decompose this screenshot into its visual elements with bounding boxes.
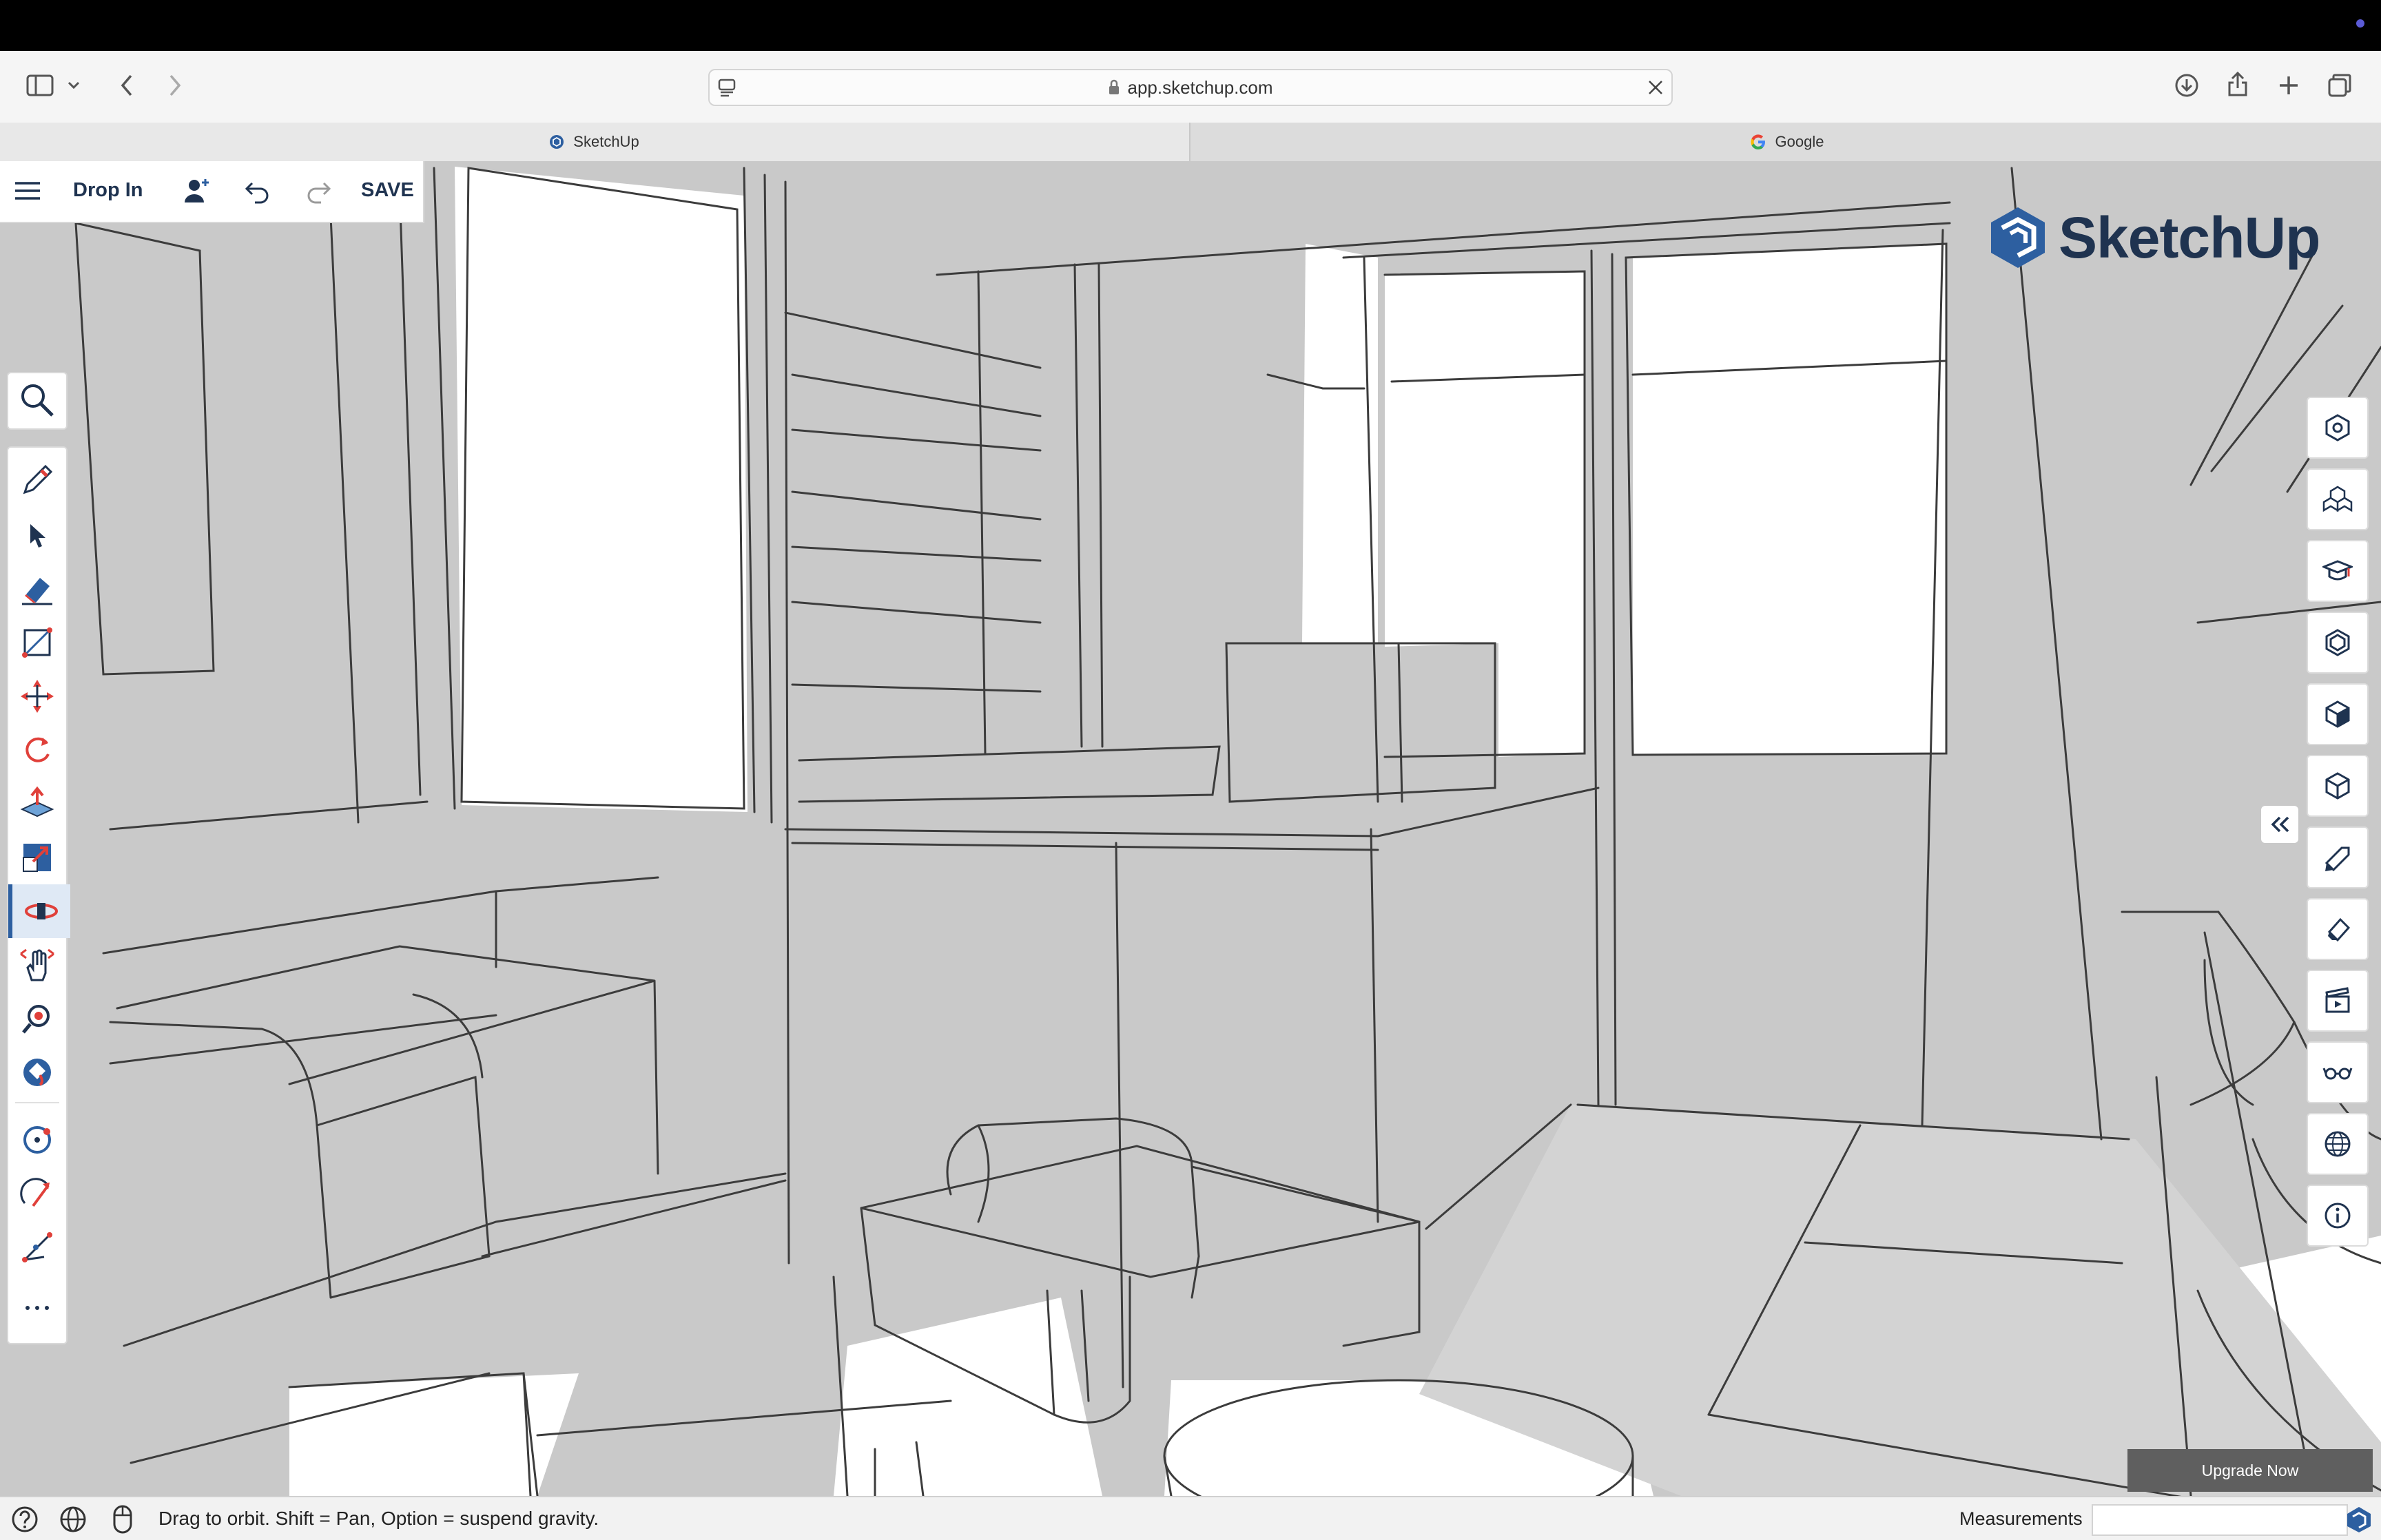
tags-icon[interactable] [2307,826,2369,888]
palette-divider [15,1102,59,1103]
status-text: Drag to orbit. Shift = Pan, Option = sus… [158,1508,599,1529]
os-menu-bar [0,0,2381,51]
paint-bucket-icon[interactable] [8,1045,66,1099]
language-globe-icon[interactable] [59,1506,87,1537]
push-pull-icon[interactable] [8,777,66,831]
scale-icon[interactable] [8,831,66,884]
select-arrow-icon[interactable] [8,508,66,562]
right-panel [2307,397,2369,1251]
status-dot-icon [2356,19,2364,28]
model-viewport[interactable] [0,161,2381,1496]
google-favicon-icon [1750,134,1765,149]
tab-label: SketchUp [573,133,639,150]
tab-bar: SketchUp Google [0,123,2381,163]
tab-overview-icon[interactable] [2320,66,2359,105]
geo-location-icon[interactable] [2307,1113,2369,1175]
measurements-input[interactable] [2092,1504,2348,1536]
chevron-down-icon[interactable] [63,66,84,105]
move-icon[interactable] [8,669,66,723]
collapse-panel-icon[interactable] [2261,806,2298,843]
back-icon[interactable] [107,66,146,105]
forward-icon[interactable] [156,66,194,105]
logo-text: SketchUp [2059,205,2320,270]
more-icon[interactable] [8,1281,66,1335]
styles-icon[interactable] [2307,683,2369,745]
address-bar[interactable]: app.sketchup.com [708,69,1673,106]
materials-icon[interactable] [2307,612,2369,674]
scenes-icon[interactable] [2307,970,2369,1032]
arc-icon[interactable] [8,1167,66,1220]
url-text-wrap: app.sketchup.com [710,70,1671,105]
outliner-icon[interactable] [2307,755,2369,817]
rectangle-icon[interactable] [8,616,66,669]
pan-icon[interactable] [8,938,66,992]
sketchup-logo-icon [1991,207,2045,268]
tab-google[interactable]: Google [1189,123,2381,161]
search-icon[interactable] [8,373,66,427]
components-icon[interactable] [2307,468,2369,530]
hamburger-menu-icon[interactable] [14,180,41,205]
instructor-icon[interactable] [2307,540,2369,602]
status-bar: Drag to orbit. Shift = Pan, Option = sus… [0,1496,2381,1540]
sidebar-toggle-icon[interactable] [21,66,59,105]
sketchup-status-logo-icon [2345,1506,2373,1537]
search-palette [7,372,68,430]
help-icon[interactable] [11,1506,39,1537]
info-icon[interactable] [2307,1185,2369,1247]
pencil-icon[interactable] [8,453,66,507]
entity-info-icon[interactable] [2307,397,2369,459]
sketchup-logo: SketchUp [1987,200,2320,275]
app-toolbar: Drop In SAVE [0,161,424,223]
clear-url-icon[interactable] [1647,79,1664,100]
tab-label: Google [1775,133,1824,150]
zoom-extents-icon[interactable] [8,992,66,1045]
new-tab-icon[interactable] [2269,66,2308,105]
sketch-scene[interactable] [0,161,2381,1496]
undo-icon[interactable] [244,178,271,209]
protractor-icon[interactable] [8,1220,66,1274]
redo-icon[interactable] [305,178,332,209]
tab-sketchup[interactable]: SketchUp [0,123,1188,161]
rotate-icon[interactable] [8,723,66,777]
lock-icon [1109,79,1120,94]
save-button[interactable]: SAVE [361,179,414,202]
add-user-icon[interactable] [182,175,212,209]
soften-icon[interactable] [2307,898,2369,960]
upgrade-now-button[interactable]: Upgrade Now [2127,1449,2373,1492]
downloads-icon[interactable] [2167,66,2206,105]
orbit-icon[interactable] [8,884,70,938]
share-icon[interactable] [2218,65,2257,103]
sketchup-favicon-icon [550,135,564,149]
eraser-icon[interactable] [8,562,66,616]
url-text: app.sketchup.com [1127,76,1273,98]
model-title[interactable]: Drop In [73,179,143,202]
mouse-icon [112,1504,134,1538]
measurements-label: Measurements [1959,1508,2083,1529]
display-icon[interactable] [2307,1041,2369,1103]
browser-toolbar: app.sketchup.com [0,51,2381,123]
tool-palette [7,446,70,1344]
tape-measure-icon[interactable] [8,1113,66,1167]
